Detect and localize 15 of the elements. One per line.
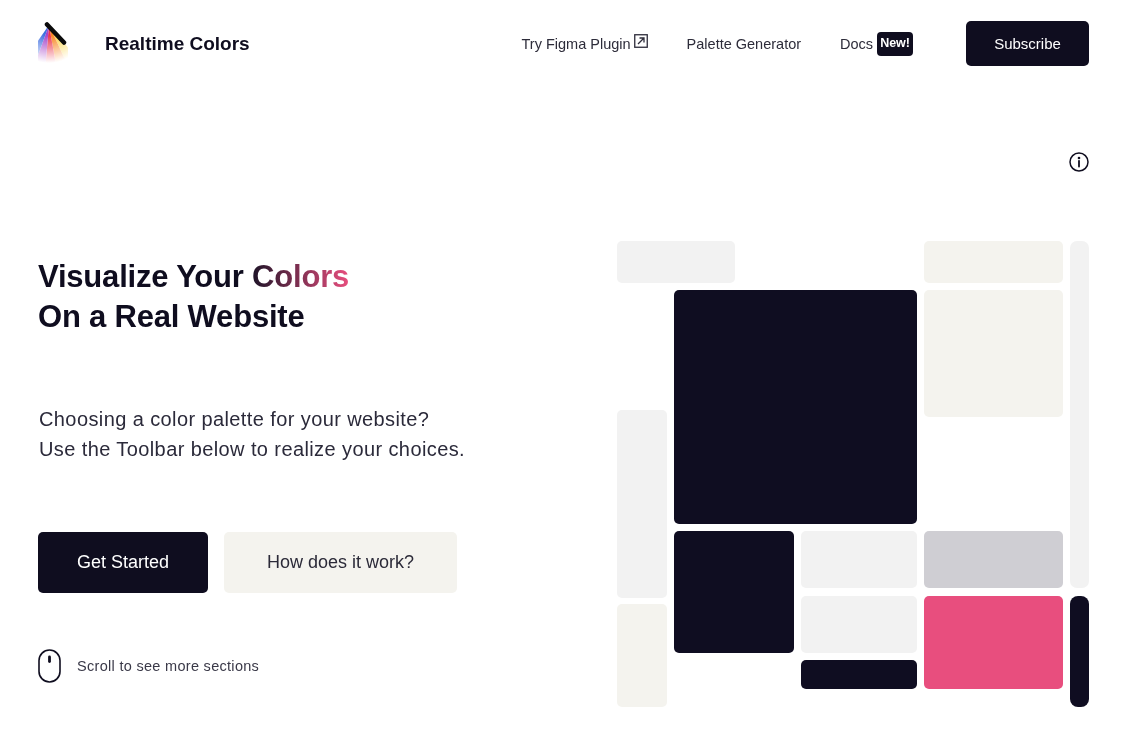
scroll-hint: Scroll to see more sections — [77, 658, 260, 674]
nav-link[interactable]: Palette Generator — [686, 35, 802, 52]
brand-name: Realtime Colors — [105, 32, 250, 55]
nav-link[interactable]: Docs — [840, 35, 874, 52]
hero-headline: Visualize Your Colors On a Real Website — [38, 258, 350, 336]
info-icon[interactable] — [1069, 152, 1089, 172]
nav-link[interactable]: Try Figma Plugin — [521, 35, 648, 52]
new-badge: New! — [877, 31, 913, 56]
get-started-button[interactable]: Get Started — [38, 532, 209, 593]
how-it-works-button[interactable]: How does it work? — [224, 532, 458, 593]
external-link-icon — [633, 33, 648, 48]
subscribe-button[interactable]: Subscribe — [966, 21, 1089, 66]
mouse-icon — [38, 649, 61, 683]
hero-description: Choosing a color palette for your website? Use the Toolbar below to realize your choices. — [39, 407, 466, 462]
color-fan-logo[interactable] — [38, 22, 68, 65]
